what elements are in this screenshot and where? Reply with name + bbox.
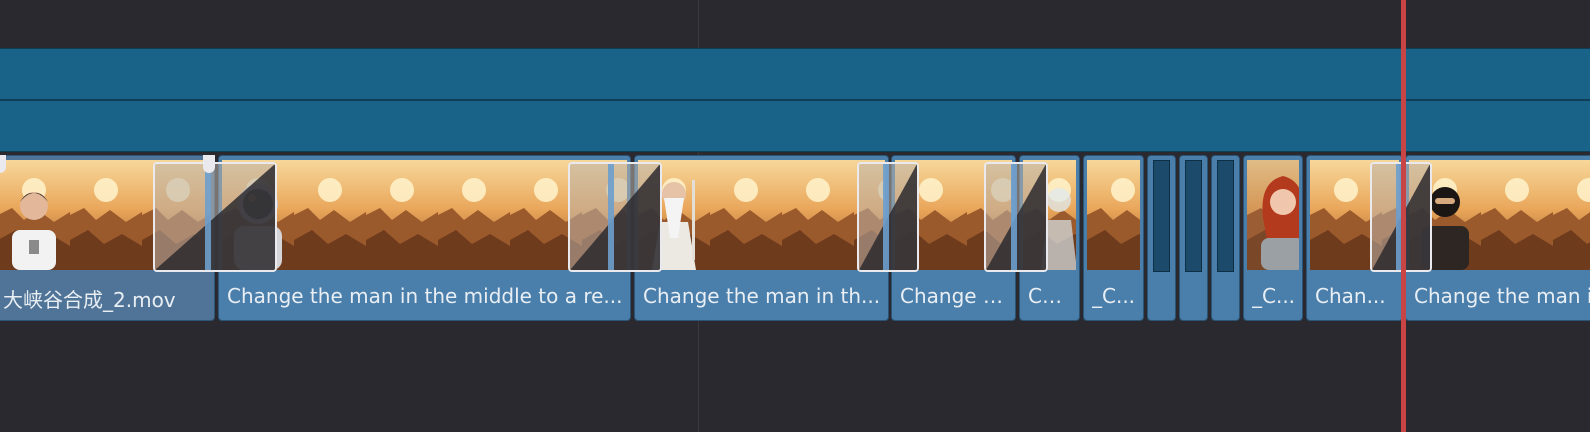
frame-thumbnail (1247, 160, 1299, 270)
clip-name: Change the man in the middle to a re... (227, 284, 623, 308)
clip-thumbnails (1247, 160, 1299, 270)
audio-track-1[interactable] (0, 48, 1590, 100)
clip-name: 大峡谷合成_2.mov (3, 288, 176, 312)
transition-marker[interactable] (153, 162, 277, 272)
frame-thumbnail (0, 160, 70, 270)
clip-thumbnails (222, 160, 627, 270)
frame-thumbnail (70, 160, 142, 270)
clip-thumbnails (1087, 160, 1140, 270)
clip-name: Change the man i (1414, 284, 1590, 308)
video-clip[interactable]: _C... (1243, 155, 1303, 321)
playhead[interactable] (1401, 0, 1406, 432)
transition-marker[interactable] (984, 162, 1048, 272)
frame-thumbnail (710, 160, 782, 270)
transition-marker[interactable] (568, 162, 662, 272)
video-clip[interactable] (1179, 155, 1208, 321)
transition-marker[interactable] (857, 162, 919, 272)
clip-thumbnail-empty (1153, 160, 1170, 272)
timeline-panel[interactable]: 大峡谷合成_2.mov Change the man in the middle… (0, 0, 1590, 432)
clip-thumbnails (1409, 160, 1590, 270)
video-clip[interactable]: _C... (1083, 155, 1144, 321)
clip-name: Change t... (900, 284, 1009, 308)
video-clip[interactable] (1211, 155, 1240, 321)
frame-thumbnail (1481, 160, 1553, 270)
frame-thumbnail (1553, 160, 1590, 270)
clip-name: Change the man in th... (643, 284, 881, 308)
trim-handle[interactable] (203, 155, 215, 173)
frame-thumbnail (782, 160, 854, 270)
clip-name: _C... (1252, 284, 1296, 308)
clip-thumbnail-empty (1185, 160, 1202, 272)
clip-thumbnail-empty (1217, 160, 1234, 272)
clip-name: Chan... (1315, 284, 1386, 308)
clip-name: Ch... (1028, 284, 1073, 308)
clip-thumbnails (638, 160, 885, 270)
frame-thumbnail (294, 160, 366, 270)
video-clip[interactable]: Change the man in th... (634, 155, 889, 321)
frame-thumbnail (1087, 160, 1140, 270)
clip-name: _C... (1092, 284, 1136, 308)
video-clip[interactable] (1147, 155, 1176, 321)
audio-track-2[interactable] (0, 100, 1590, 152)
frame-thumbnail (366, 160, 438, 270)
video-clip[interactable]: Change the man i (1405, 155, 1590, 321)
frame-thumbnail (438, 160, 510, 270)
